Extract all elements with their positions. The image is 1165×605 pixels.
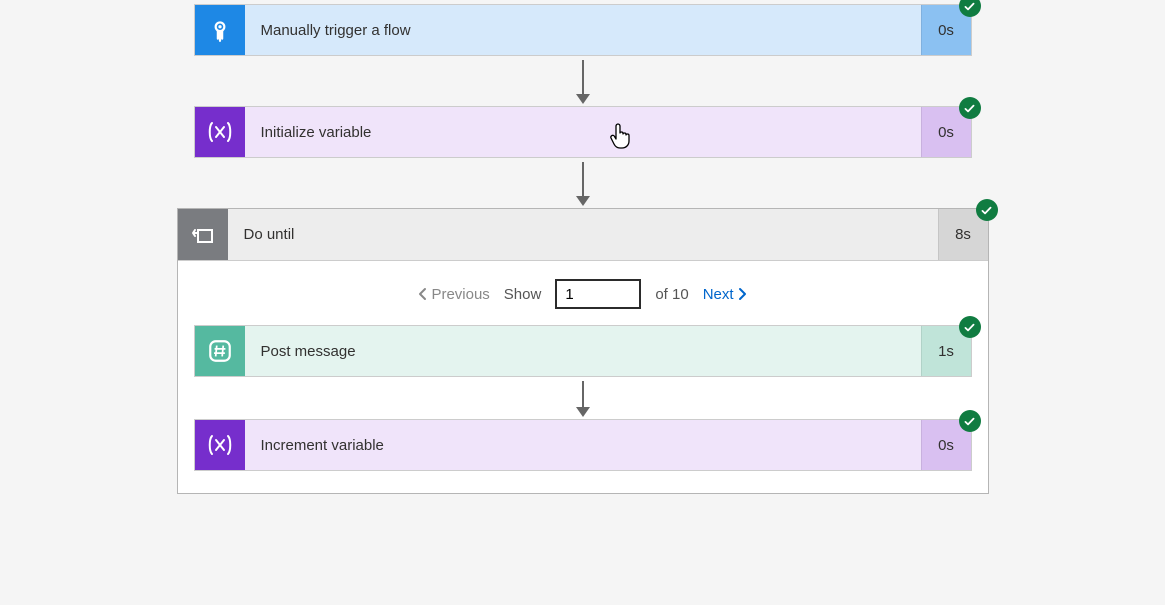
arrow-down-icon: [576, 381, 590, 417]
chevron-left-icon: [417, 287, 427, 301]
variable-icon: [195, 107, 245, 157]
success-check-icon: [959, 316, 981, 338]
pager-next-button[interactable]: Next: [703, 286, 748, 303]
step-increment-variable[interactable]: Increment variable 0s: [194, 419, 972, 471]
step-title: Do until: [228, 209, 938, 260]
arrow-down-icon: [576, 162, 590, 206]
iteration-pager: Previous Show of 10 Next: [194, 279, 972, 309]
success-check-icon: [976, 199, 998, 221]
step-title: Initialize variable: [245, 107, 921, 157]
step-post-message[interactable]: Post message 1s: [194, 325, 972, 377]
variable-icon: [195, 420, 245, 470]
previous-label: Previous: [431, 286, 489, 303]
iteration-input[interactable]: [555, 279, 641, 309]
step-manual-trigger[interactable]: Manually trigger a flow 0s: [194, 4, 972, 56]
success-check-icon: [959, 410, 981, 432]
success-check-icon: [959, 97, 981, 119]
next-label: Next: [703, 286, 734, 303]
show-label: Show: [504, 286, 542, 303]
loop-icon: [178, 209, 228, 260]
step-do-until[interactable]: Do until 8s Previous Show of 10 Next: [177, 208, 989, 494]
step-initialize-variable[interactable]: Initialize variable 0s: [194, 106, 972, 158]
arrow-down-icon: [576, 60, 590, 104]
step-title: Manually trigger a flow: [245, 5, 921, 55]
loop-body: Previous Show of 10 Next Post m: [178, 261, 988, 493]
step-title: Increment variable: [245, 420, 921, 470]
flow-run-diagram: Manually trigger a flow 0s Initialize va…: [0, 4, 1165, 494]
of-total-label: of 10: [655, 286, 688, 303]
manual-trigger-icon: [195, 5, 245, 55]
chevron-right-icon: [738, 287, 748, 301]
hashtag-icon: [195, 326, 245, 376]
pager-previous-button[interactable]: Previous: [417, 286, 489, 303]
step-title: Post message: [245, 326, 921, 376]
